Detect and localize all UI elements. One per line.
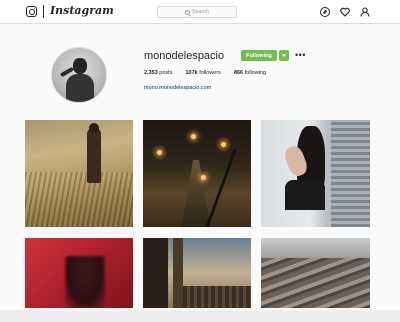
logo-divider: [43, 5, 44, 18]
followers-count[interactable]: 107k followers: [185, 70, 220, 76]
profile-avatar[interactable]: [51, 47, 107, 103]
profile-website-link[interactable]: mono.monodelespacio.com: [144, 85, 211, 91]
profile-stats: 2,353 posts 107k followers 866 following: [144, 70, 266, 76]
search-input[interactable]: Search: [157, 6, 237, 18]
profile-username: monodelespacio: [144, 50, 225, 62]
more-options-icon[interactable]: •••: [295, 50, 306, 60]
post-thumbnail[interactable]: [143, 120, 251, 227]
instagram-glyph-icon[interactable]: [26, 6, 37, 17]
post-thumbnail[interactable]: [261, 120, 370, 227]
instagram-wordmark[interactable]: Instagram: [50, 4, 114, 17]
search-placeholder: Search: [191, 9, 210, 15]
person-icon[interactable]: [360, 7, 370, 17]
top-navigation-bar: Instagram Search: [0, 0, 400, 24]
compass-icon[interactable]: [320, 7, 330, 17]
post-thumbnail[interactable]: [143, 238, 251, 308]
heart-icon[interactable]: [340, 7, 350, 17]
following-button[interactable]: Following: [241, 50, 277, 61]
page-footer-strip: [0, 310, 400, 322]
posts-count: 2,353 posts: [144, 70, 173, 76]
suggestions-dropdown-button[interactable]: [279, 50, 289, 61]
search-icon: [184, 9, 190, 15]
following-count[interactable]: 866 following: [234, 70, 266, 76]
post-thumbnail[interactable]: [25, 120, 133, 227]
post-thumbnail[interactable]: [25, 238, 133, 308]
post-thumbnail[interactable]: [261, 238, 370, 308]
